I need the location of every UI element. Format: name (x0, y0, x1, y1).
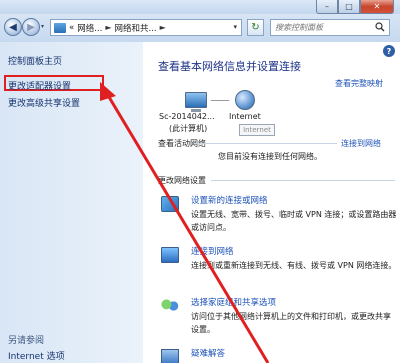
tooltip: Internet (239, 124, 275, 136)
globe-icon[interactable] (235, 90, 255, 110)
homegroup-sharing-link[interactable]: 选择家庭组和共享选项 (191, 296, 276, 308)
change-adapter-settings-link[interactable]: 更改适配器设置 (8, 79, 71, 92)
refresh-button[interactable]: ↻ (247, 19, 264, 36)
breadcrumb-separator[interactable]: ► (160, 23, 166, 32)
breadcrumb-network[interactable]: 网络... (77, 22, 102, 34)
troubleshoot-icon (161, 349, 179, 363)
title-bar: – □ ✕ (0, 0, 400, 14)
computer-subtitle: (此计算机) (169, 124, 208, 133)
close-button[interactable]: ✕ (360, 0, 394, 14)
address-dropdown-button[interactable]: ▾ (233, 23, 237, 31)
internet-label: Internet (229, 112, 261, 121)
back-button[interactable]: ◀ (4, 18, 22, 36)
divider (195, 143, 337, 144)
page-title: 查看基本网络信息并设置连接 (158, 60, 301, 73)
network-map: Sc-2014042... (此计算机) Internet Internet (143, 90, 400, 136)
main-content: ? 查看基本网络信息并设置连接 查看完整映射 Sc-2014042... (此计… (143, 42, 400, 363)
magnifier-icon[interactable] (375, 22, 385, 32)
troubleshoot-link[interactable]: 疑难解答 (191, 347, 225, 359)
forward-arrow-icon: ▶ (27, 21, 35, 33)
change-settings-heading: 更改网络设置 (158, 176, 206, 185)
connect-network-task-link[interactable]: 连接到网络 (191, 245, 234, 257)
change-advanced-sharing-link[interactable]: 更改高级共享设置 (8, 96, 80, 109)
task-description: 访问位于其他网络计算机上的文件和打印机，或更改共享设置。 (191, 312, 391, 334)
left-task-pane: 控制面板主页 更改适配器设置 更改高级共享设置 另请参阅 Internet 选项 (0, 42, 143, 363)
search-box[interactable] (270, 19, 390, 36)
forward-button[interactable]: ▶ (22, 18, 40, 36)
maximize-button[interactable]: □ (338, 0, 360, 14)
help-icon[interactable]: ? (383, 45, 395, 57)
homegroup-icon (161, 298, 179, 314)
new-connection-icon (161, 196, 179, 212)
refresh-icon: ↻ (251, 22, 260, 33)
breadcrumb-overflow[interactable]: « (69, 23, 74, 33)
window-controls: – □ ✕ (316, 0, 394, 14)
no-connection-message: 您目前没有连接到任何网络。 (218, 152, 322, 161)
computer-name: Sc-2014042... (159, 112, 215, 121)
setup-new-connection-link[interactable]: 设置新的连接或网络 (191, 194, 268, 206)
control-panel-icon (54, 22, 66, 33)
connect-to-network-link[interactable]: 连接到网络 (341, 138, 381, 149)
address-bar[interactable]: « 网络... ► 网络和共... ► ▾ (50, 19, 242, 36)
breadcrumb-network-sharing[interactable]: 网络和共... (114, 22, 156, 34)
connect-network-icon (161, 247, 179, 263)
task-description: 连接到或重新连接到无线、有线、拨号或 VPN 网络连接。 (191, 261, 397, 270)
back-arrow-icon: ◀ (9, 21, 17, 33)
task-description: 设置无线、宽带、拨号、临时或 VPN 连接；或设置路由器或访问点。 (191, 210, 397, 232)
view-full-map-link[interactable]: 查看完整映射 (335, 78, 383, 89)
connection-line (211, 100, 229, 101)
breadcrumb-separator[interactable]: ► (105, 23, 111, 32)
divider (211, 180, 395, 181)
see-also-heading: 另请参阅 (8, 336, 45, 346)
search-input[interactable] (275, 23, 375, 32)
internet-options-link[interactable]: Internet 选项 (8, 349, 65, 362)
recent-pages-dropdown[interactable]: ▾ (41, 23, 44, 30)
control-panel-home-link[interactable]: 控制面板主页 (8, 54, 62, 67)
minimize-button[interactable]: – (316, 0, 338, 14)
navigation-bar: ◀ ▶ ▾ « 网络... ► 网络和共... ► ▾ ↻ (0, 14, 400, 42)
computer-icon (185, 92, 207, 108)
